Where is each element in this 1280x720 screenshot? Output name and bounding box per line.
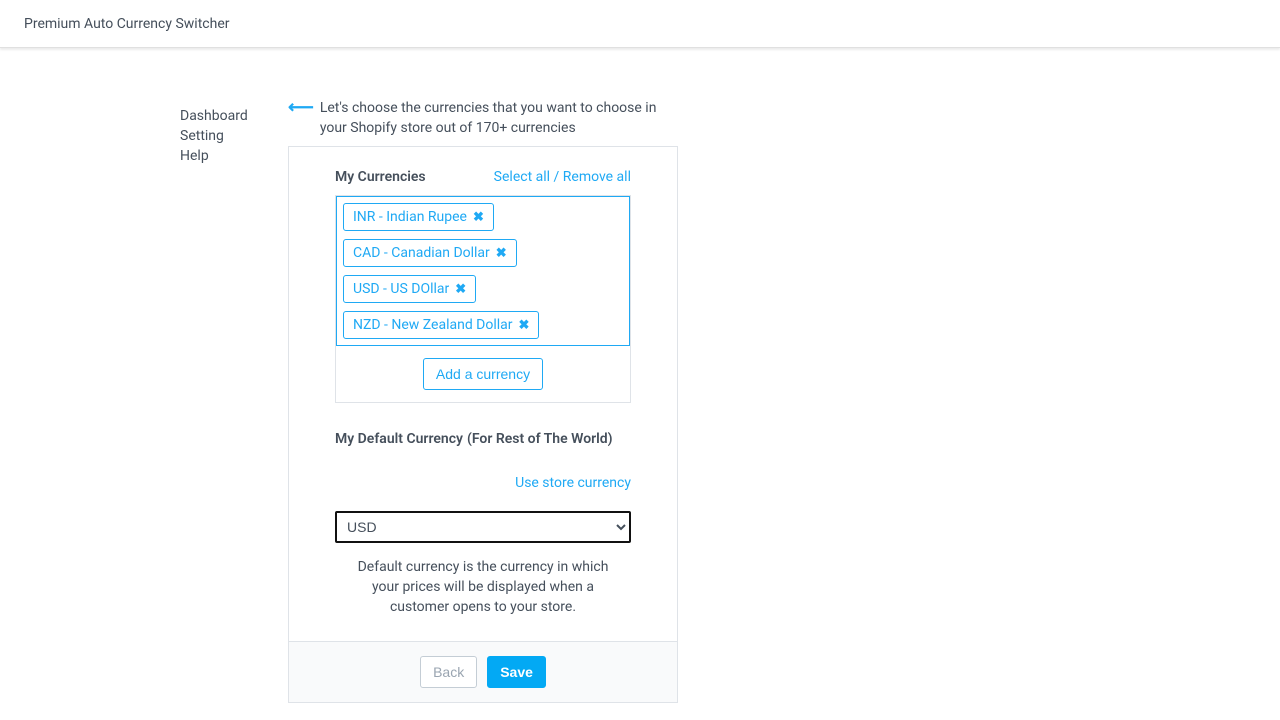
topbar: Premium Auto Currency Switcher <box>0 0 1280 48</box>
intro-text: Let's choose the currencies that you wan… <box>320 98 683 138</box>
app-title: Premium Auto Currency Switcher <box>24 16 230 32</box>
use-store-currency-row: Use store currency <box>335 475 631 491</box>
currency-tag-label: USD - US DOllar <box>353 281 449 297</box>
sidebar-item-dashboard[interactable]: Dashboard <box>180 106 288 126</box>
remove-icon[interactable]: ✖ <box>496 246 507 261</box>
remove-icon[interactable]: ✖ <box>473 210 484 225</box>
select-remove-all-link[interactable]: Select all / Remove all <box>494 169 631 185</box>
sidebar-item-setting[interactable]: Setting <box>180 126 288 146</box>
my-currencies-header: My Currencies Select all / Remove all <box>335 169 631 185</box>
currency-tag-inr: INR - Indian Rupee ✖ <box>343 203 494 231</box>
card-body: My Currencies Select all / Remove all IN… <box>289 147 677 641</box>
back-button[interactable]: Back <box>420 656 477 688</box>
card-footer: Back Save <box>289 641 677 702</box>
currency-tag-label: NZD - New Zealand Dollar <box>353 317 513 333</box>
default-currency-select[interactable]: USD <box>335 511 631 543</box>
currency-tag-label: INR - Indian Rupee <box>353 209 467 225</box>
sidebar-item-help[interactable]: Help <box>180 146 288 166</box>
layout: Dashboard Setting Help ⟵ Let's choose th… <box>180 98 1100 703</box>
default-currency-title: My Default Currency <box>335 431 463 447</box>
settings-card: My Currencies Select all / Remove all IN… <box>288 146 678 703</box>
currency-tags: INR - Indian Rupee ✖ CAD - Canadian Doll… <box>336 196 630 346</box>
currency-tag-usd: USD - US DOllar ✖ <box>343 275 476 303</box>
add-currency-row: Add a currency <box>336 346 630 402</box>
use-store-currency-link[interactable]: Use store currency <box>515 475 631 491</box>
back-arrow-icon[interactable]: ⟵ <box>288 98 314 118</box>
save-button[interactable]: Save <box>487 656 546 688</box>
default-currency-header: My Default Currency (For Rest of The Wor… <box>335 431 631 447</box>
my-currencies-title: My Currencies <box>335 169 426 185</box>
sidebar: Dashboard Setting Help <box>180 98 288 703</box>
remove-icon[interactable]: ✖ <box>455 282 466 297</box>
currency-tag-cad: CAD - Canadian Dollar ✖ <box>343 239 517 267</box>
default-currency-subtitle: (For Rest of The World) <box>467 431 613 447</box>
currency-tag-nzd: NZD - New Zealand Dollar ✖ <box>343 311 539 339</box>
page: Dashboard Setting Help ⟵ Let's choose th… <box>0 48 1280 703</box>
default-currency-help: Default currency is the currency in whic… <box>335 557 631 617</box>
currencies-box: INR - Indian Rupee ✖ CAD - Canadian Doll… <box>335 195 631 403</box>
add-currency-button[interactable]: Add a currency <box>423 358 543 390</box>
remove-icon[interactable]: ✖ <box>519 318 530 333</box>
default-currency-select-wrap: USD <box>335 511 631 543</box>
main: ⟵ Let's choose the currencies that you w… <box>288 98 1100 703</box>
intro: ⟵ Let's choose the currencies that you w… <box>288 98 683 138</box>
currency-tag-label: CAD - Canadian Dollar <box>353 245 490 261</box>
